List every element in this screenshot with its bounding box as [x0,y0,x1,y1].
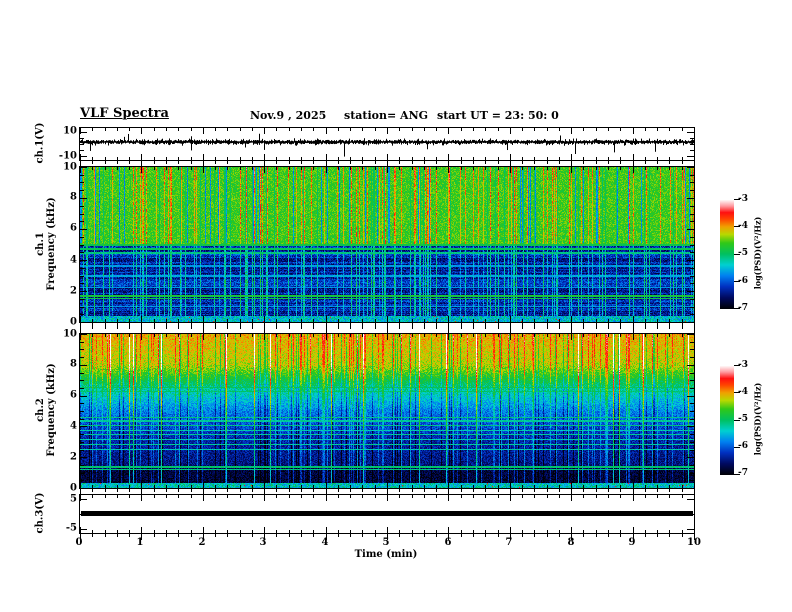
cbar2-tick: -7 [738,468,748,478]
spec2-axis-title: ch.2 Frequency (kHz) [35,363,57,456]
spec1-axis-title: ch.1 Frequency (kHz) [35,197,57,290]
spec1-ytick: 0 [70,316,77,328]
xtick: 8 [567,537,575,548]
xtick: 10 [687,537,701,548]
cbar2-tick: -6 [738,441,748,451]
ch3-ytick: 5 [70,493,77,505]
cbar1-axis-title: log(PSD)(V²/Hz) [752,216,763,290]
cbar2-tick: -3 [738,360,748,370]
ch1-waveform-panel [79,127,695,161]
ch3-waveform-panel [79,494,695,534]
spec1-ytick: 10 [63,161,77,173]
cbar1-tick: -3 [738,194,748,204]
xtick: 4 [321,537,329,548]
vlf-spectra-figure: VLF Spectra Nov.9 , 2025 station= ANG st… [0,0,792,612]
cbar2-tick: -5 [738,414,748,424]
xtick: 9 [628,537,636,548]
start-ut-label: start UT = 23: 50: 0 [437,109,559,122]
spec2-axis-title-line1: ch.2 [35,398,46,422]
xtick: 5 [382,537,390,548]
spec2-ytick: 0 [70,482,77,494]
ch1-spectrogram-panel [79,166,695,323]
cbar1-tick: -4 [738,221,748,231]
xtick: 3 [259,537,267,548]
figure-title: VLF Spectra [80,106,169,121]
date-label: Nov.9 , 2025 [250,109,327,122]
ch1-ytick: 10 [63,125,77,137]
spec2-axis-title-line2: Frequency (kHz) [46,363,57,457]
cbar2-axis-title: log(PSD)(V²/Hz) [752,382,763,456]
station-label: station= ANG [344,109,429,122]
cbar1-tick: -6 [738,276,748,286]
spec1-axis-title-line1: ch.1 [35,232,46,256]
spec2-ytick: 10 [63,328,77,340]
xtick: 0 [75,537,83,548]
cbar2-tick: -4 [738,387,748,397]
xtick: 7 [505,537,513,548]
ch2-spectrogram-panel [79,333,695,489]
spec1-axis-title-line2: Frequency (kHz) [46,197,57,291]
xtick: 2 [198,537,206,548]
axis-tick-strip [79,323,695,333]
time-axis-title: Time (min) [354,549,418,560]
ch1-axis-title: ch.1(V) [34,122,46,164]
ch1-ytick: -10 [58,150,77,162]
cbar1-tick: -7 [738,303,748,313]
xtick: 1 [136,537,144,548]
cbar1-tick: -5 [738,248,748,258]
ch3-ytick: -5 [65,522,77,534]
xtick: 6 [444,537,452,548]
ch3-axis-title: ch.3(V) [34,492,46,534]
